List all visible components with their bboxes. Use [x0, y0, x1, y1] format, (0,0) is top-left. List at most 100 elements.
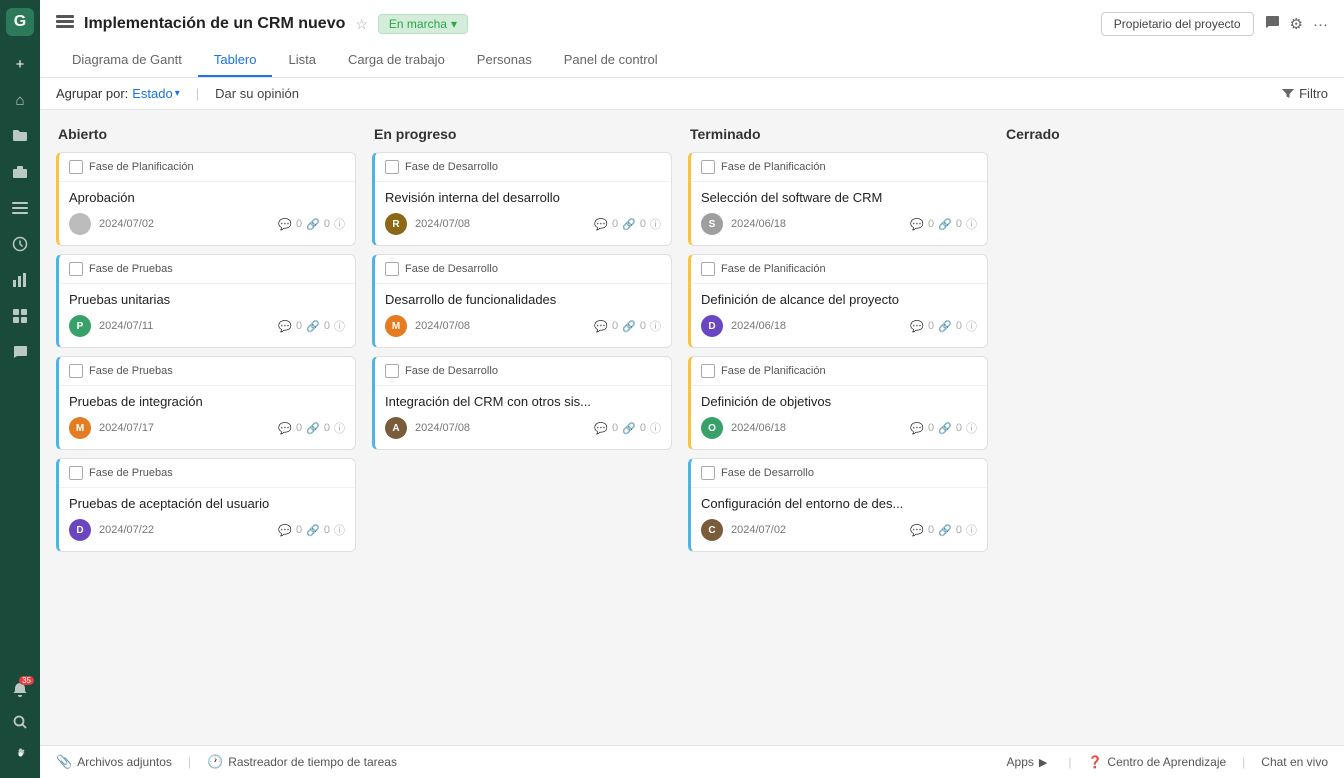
grid-icon[interactable] [4, 300, 36, 332]
notification-icon[interactable]: 35 [4, 674, 36, 706]
card-title: Configuración del entorno de des... [701, 496, 977, 511]
bottom-bar: 📎 Archivos adjuntos | 🕐 Rastreador de ti… [40, 745, 1344, 778]
logo[interactable]: G [6, 8, 34, 36]
more-icon[interactable]: ··· [1313, 16, 1328, 33]
chevron-down-icon: ▾ [451, 17, 457, 31]
info-icon[interactable]: ⓘ [650, 318, 661, 334]
card-footer: D 2024/07/22 💬 0 🔗 0 ⓘ [69, 519, 345, 541]
card-meta: 💬 0 🔗 0 ⓘ [278, 420, 345, 436]
card-phase: Fase de Desarrollo [691, 459, 987, 488]
card-desarrollo-funcionalidades[interactable]: Fase de Desarrollo Desarrollo de funcion… [372, 254, 672, 348]
column-title-en-progreso: En progreso [372, 126, 672, 142]
search-icon[interactable] [4, 706, 36, 738]
learning-item[interactable]: ❓ Centro de Aprendizaje [1087, 755, 1226, 769]
avatar: C [701, 519, 723, 541]
card-definicion-objetivos[interactable]: Fase de Planificación Definición de obje… [688, 356, 988, 450]
clock-small-icon: 🕐 [207, 754, 223, 770]
chart-icon[interactable] [4, 264, 36, 296]
card-integracion-crm[interactable]: Fase de Desarrollo Integración del CRM c… [372, 356, 672, 450]
group-by-value[interactable]: Estado ▾ [132, 86, 180, 101]
status-badge[interactable]: En marcha ▾ [378, 14, 468, 34]
star-icon[interactable]: ☆ [355, 16, 368, 33]
phase-label: Fase de Planificación [89, 161, 194, 173]
info-icon[interactable]: ⓘ [966, 216, 977, 232]
tab-personas[interactable]: Personas [461, 44, 548, 77]
card-pruebas-aceptacion[interactable]: Fase de Pruebas Pruebas de aceptación de… [56, 458, 356, 552]
info-icon[interactable]: ⓘ [650, 216, 661, 232]
phase-label: Fase de Desarrollo [405, 263, 498, 275]
card-body: Desarrollo de funcionalidades M 2024/07/… [375, 284, 671, 347]
link-icon: 🔗 [938, 422, 952, 435]
play-icon: ▶ [1039, 756, 1047, 769]
tab-gantt[interactable]: Diagrama de Gantt [56, 44, 198, 77]
apps-item[interactable]: Apps ▶ [1007, 755, 1053, 769]
avatar: S [701, 213, 723, 235]
list-icon[interactable] [4, 192, 36, 224]
card-aprobacion[interactable]: Fase de Planificación Aprobación 2024/07… [56, 152, 356, 246]
card-title: Desarrollo de funcionalidades [385, 292, 661, 307]
info-icon[interactable]: ⓘ [334, 420, 345, 436]
comment-icon[interactable] [1264, 14, 1280, 34]
owner-button[interactable]: Propietario del proyecto [1101, 12, 1254, 36]
column-en-progreso: En progreso Fase de Desarrollo Revisión … [372, 126, 672, 729]
tab-lista[interactable]: Lista [272, 44, 331, 77]
time-tracker-item[interactable]: 🕐 Rastreador de tiempo de tareas [207, 754, 397, 770]
link-icon: 🔗 [306, 524, 320, 537]
card-seleccion-software[interactable]: Fase de Planificación Selección del soft… [688, 152, 988, 246]
info-icon[interactable]: ⓘ [650, 420, 661, 436]
info-icon[interactable]: ⓘ [334, 216, 345, 232]
chat-item[interactable]: Chat en vivo [1261, 755, 1328, 769]
add-icon[interactable]: + [4, 48, 36, 80]
briefcase-icon[interactable] [4, 156, 36, 188]
link-icon: 🔗 [938, 524, 952, 537]
card-body: Pruebas de aceptación del usuario D 2024… [59, 488, 355, 551]
clock-icon[interactable] [4, 228, 36, 260]
card-date: 2024/07/17 [99, 422, 154, 434]
project-title: Implementación de un CRM nuevo [84, 15, 345, 33]
bottom-separator-3: | [1242, 755, 1245, 769]
card-body: Pruebas de integración M 2024/07/17 💬 0 … [59, 386, 355, 449]
home-icon[interactable]: ⌂ [4, 84, 36, 116]
card-body: Definición de objetivos O 2024/06/18 💬 0… [691, 386, 987, 449]
card-body: Definición de alcance del proyecto D 202… [691, 284, 987, 347]
folder-icon[interactable] [4, 120, 36, 152]
card-definicion-alcance[interactable]: Fase de Planificación Definición de alca… [688, 254, 988, 348]
card-date: 2024/06/18 [731, 422, 786, 434]
card-meta: 💬 0 🔗 0 ⓘ [594, 420, 661, 436]
avatar: A [385, 417, 407, 439]
tab-tablero[interactable]: Tablero [198, 44, 273, 77]
info-icon[interactable]: ⓘ [966, 318, 977, 334]
card-body: Revisión interna del desarrollo R 2024/0… [375, 182, 671, 245]
card-title: Aprobación [69, 190, 345, 205]
info-icon[interactable]: ⓘ [966, 522, 977, 538]
card-pruebas-integracion[interactable]: Fase de Pruebas Pruebas de integración M… [56, 356, 356, 450]
card-phase: Fase de Desarrollo [375, 255, 671, 284]
card-configuracion-entorno[interactable]: Fase de Desarrollo Configuración del ent… [688, 458, 988, 552]
column-abierto: Abierto Fase de Planificación Aprobación… [56, 126, 356, 729]
phase-label: Fase de Planificación [721, 161, 826, 173]
column-title-abierto: Abierto [56, 126, 356, 142]
settings-icon[interactable] [4, 738, 36, 770]
main-content: Implementación de un CRM nuevo ☆ En marc… [40, 0, 1344, 778]
tab-panel[interactable]: Panel de control [548, 44, 674, 77]
chat-icon[interactable] [4, 336, 36, 368]
feedback-button[interactable]: Dar su opinión [215, 86, 299, 101]
comment-icon-small: 💬 [278, 422, 292, 435]
card-date: 2024/06/18 [731, 320, 786, 332]
link-icon: 🔗 [622, 320, 636, 333]
info-icon[interactable]: ⓘ [334, 522, 345, 538]
tab-carga[interactable]: Carga de trabajo [332, 44, 461, 77]
attachments-item[interactable]: 📎 Archivos adjuntos [56, 754, 172, 770]
card-body: Configuración del entorno de des... C 20… [691, 488, 987, 551]
link-icon: 🔗 [622, 218, 636, 231]
avatar [69, 213, 91, 235]
settings-icon-header[interactable]: ⚙ [1290, 15, 1303, 33]
card-footer: 2024/07/02 💬 0 🔗 0 ⓘ [69, 213, 345, 235]
card-revision-interna[interactable]: Fase de Desarrollo Revisión interna del … [372, 152, 672, 246]
info-icon[interactable]: ⓘ [966, 420, 977, 436]
card-title: Pruebas unitarias [69, 292, 345, 307]
card-pruebas-unitarias[interactable]: Fase de Pruebas Pruebas unitarias P 2024… [56, 254, 356, 348]
filter-button[interactable]: Filtro [1281, 86, 1328, 101]
phase-label: Fase de Pruebas [89, 263, 173, 275]
info-icon[interactable]: ⓘ [334, 318, 345, 334]
